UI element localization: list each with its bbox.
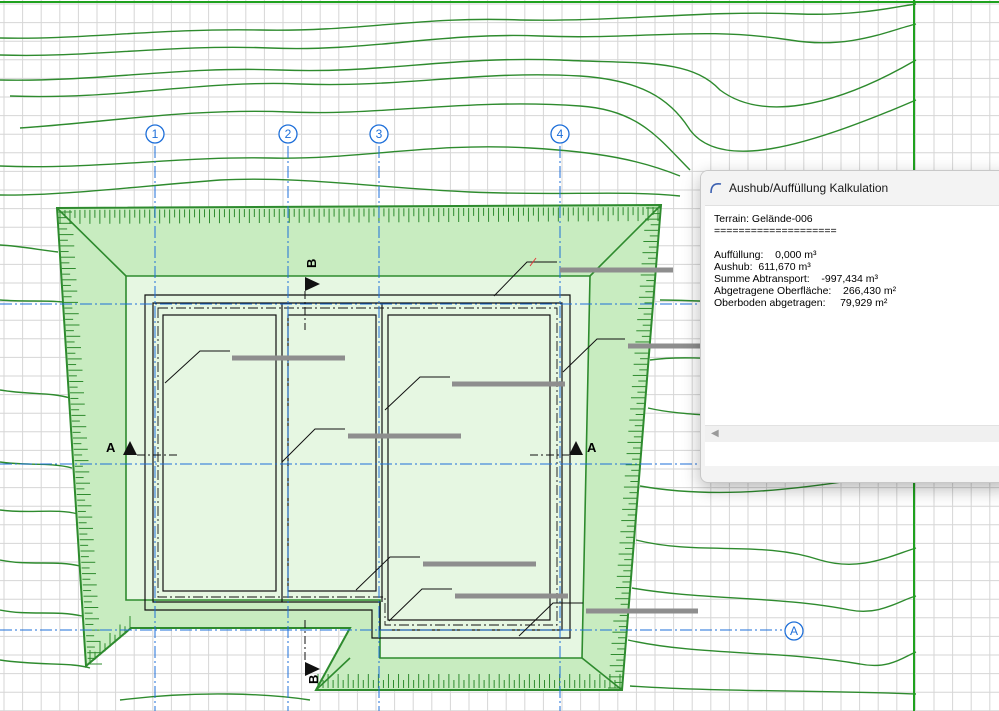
horizontal-scrollbar[interactable]: ◀ <box>705 425 999 442</box>
svg-text:2: 2 <box>285 127 292 141</box>
removal-total-line: Summe Abtransport: -997,434 m³ <box>714 273 878 285</box>
calculation-dialog[interactable]: Aushub/Auffüllung Kalkulation Terrain: G… <box>700 170 999 483</box>
scroll-left-icon[interactable]: ◀ <box>711 428 719 439</box>
svg-text:B: B <box>304 259 319 268</box>
axis-bubble-2: 2 <box>278 124 298 144</box>
svg-text:1: 1 <box>152 127 159 141</box>
fill-volume-line: Auffüllung: 0,000 m³ <box>714 249 817 261</box>
dialog-titlebar[interactable]: Aushub/Auffüllung Kalkulation <box>701 171 999 205</box>
svg-text:B: B <box>306 675 321 684</box>
arc-icon <box>709 181 723 195</box>
topsoil-removed-line: Oberboden abgetragen: 79,929 m² <box>714 297 888 309</box>
dialog-title: Aushub/Auffüllung Kalkulation <box>729 181 889 195</box>
svg-text:A: A <box>587 440 597 455</box>
axis-bubble-1: 1 <box>145 124 165 144</box>
excavation-volume-line: Aushub: 611,670 m³ <box>714 261 811 273</box>
svg-text:3: 3 <box>376 127 383 141</box>
svg-text:A: A <box>790 624 798 638</box>
axis-bubble-a: A <box>784 621 804 641</box>
svg-text:4: 4 <box>557 127 564 141</box>
separator-line: ==================== <box>714 225 837 237</box>
axis-bubble-3: 3 <box>369 124 389 144</box>
svg-text:A: A <box>106 440 116 455</box>
axis-bubble-4: 4 <box>550 124 570 144</box>
terrain-line: Terrain: Gelände-006 <box>714 213 813 225</box>
removed-surface-line: Abgetragene Oberfläche: 266,430 m² <box>714 285 897 297</box>
